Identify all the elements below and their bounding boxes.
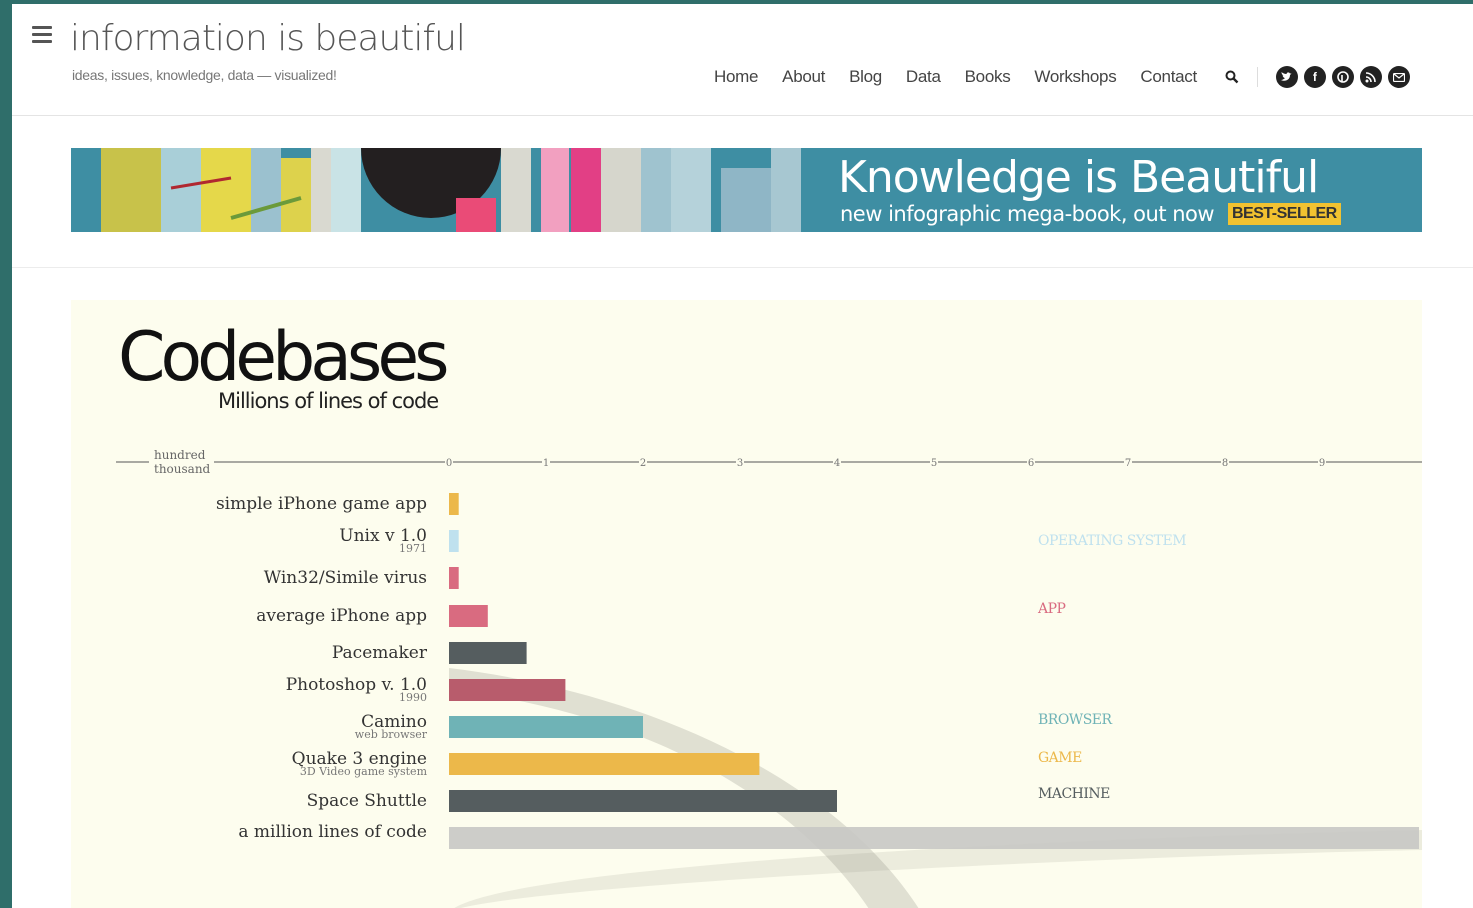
- nav-divider: [1256, 67, 1258, 87]
- site-title[interactable]: information is beautiful: [70, 18, 466, 59]
- bar-label: a million lines of code: [238, 822, 427, 842]
- x-tick-label: 6: [1028, 458, 1034, 469]
- x-tick-label: 0: [446, 458, 452, 469]
- book-banner[interactable]: Knowledge is Beautiful new infographic m…: [71, 148, 1422, 232]
- search-icon[interactable]: [1225, 70, 1239, 84]
- page: information is beautiful ideas, issues, …: [12, 4, 1473, 908]
- bar-sublabel: web browser: [355, 728, 428, 741]
- x-tick-label: 8: [1222, 458, 1228, 469]
- bar-label: Space Shuttle: [307, 791, 427, 811]
- menu-icon[interactable]: [32, 26, 52, 47]
- bar: [449, 530, 459, 552]
- chart-panel: Codebases Millions of lines of code hund…: [71, 300, 1422, 908]
- bar: [449, 567, 459, 589]
- bar-sublabel: 1990: [399, 691, 427, 704]
- rss-icon[interactable]: [1359, 66, 1382, 88]
- social-links: f: [1275, 66, 1416, 88]
- facebook-icon[interactable]: f: [1303, 66, 1326, 88]
- banner-artwork: [71, 148, 831, 232]
- bar-label: average iPhone app: [256, 606, 427, 626]
- legend-label: GAME: [1038, 750, 1082, 766]
- x-tick-label: 7: [1125, 458, 1131, 469]
- nav-workshops[interactable]: Workshops: [1034, 67, 1116, 87]
- bar: [449, 605, 488, 627]
- bar-sublabel: 1971: [399, 542, 427, 555]
- banner-badge: BEST-SELLER: [1228, 203, 1341, 225]
- header-divider: [12, 115, 1473, 116]
- x-tick-label: 2: [640, 458, 646, 469]
- bar: [449, 493, 459, 515]
- bar-label: Pacemaker: [332, 643, 428, 663]
- pinterest-icon[interactable]: [1331, 66, 1354, 88]
- banner-title: Knowledge is Beautiful: [838, 152, 1319, 203]
- bar: [449, 642, 527, 664]
- nav-contact[interactable]: Contact: [1140, 67, 1197, 87]
- site-tagline: ideas, issues, knowledge, data — visuali…: [72, 67, 337, 83]
- x-tick-label: 1: [543, 458, 549, 469]
- bar-label: simple iPhone game app: [216, 494, 427, 514]
- x-tick-label: 4: [834, 458, 840, 469]
- nav-home[interactable]: Home: [714, 67, 758, 87]
- nav-books[interactable]: Books: [965, 67, 1011, 87]
- x-tick-label: 3: [737, 458, 743, 469]
- nav-data[interactable]: Data: [906, 67, 941, 87]
- legend-label: OPERATING SYSTEM: [1038, 533, 1186, 549]
- nav-about[interactable]: About: [782, 67, 825, 87]
- main-nav: Home About Blog Data Books Workshops Con…: [714, 66, 1416, 88]
- email-icon[interactable]: [1387, 66, 1410, 88]
- banner-divider: [12, 267, 1473, 268]
- bar: [449, 790, 837, 812]
- nav-blog[interactable]: Blog: [849, 67, 882, 87]
- legend-label: APP: [1037, 601, 1066, 617]
- bar: [449, 679, 566, 701]
- bar: [449, 827, 1419, 849]
- x-tick-label: 5: [931, 458, 937, 469]
- bar: [449, 716, 643, 738]
- twitter-icon[interactable]: [1275, 66, 1298, 88]
- x-tick-label: 9: [1319, 458, 1325, 469]
- banner-subtitle: new infographic mega-book, out now: [840, 202, 1215, 226]
- bar-sublabel: 3D Video game system: [300, 765, 428, 778]
- codebases-chart: hundredthousand 0 1 2 3 4 5 6 7 8 9 simple iPhone g…: [116, 448, 1422, 908]
- axis-left-label-2: thousand: [154, 462, 211, 476]
- legend-label: BROWSER: [1038, 712, 1113, 728]
- legend-label: MACHINE: [1038, 786, 1110, 802]
- bar: [449, 753, 760, 775]
- bar-label: Win32/Simile virus: [264, 568, 427, 588]
- axis-left-label-1: hundred: [154, 448, 206, 462]
